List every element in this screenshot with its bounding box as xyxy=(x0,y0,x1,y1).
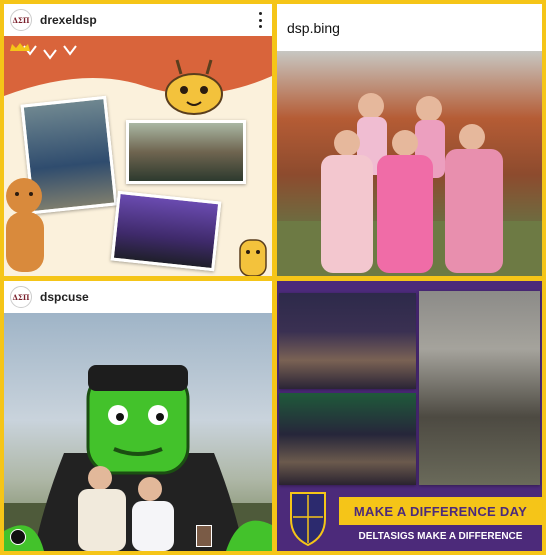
post-image[interactable]: MAKE A DIFFERENCE DAY DELTASIGS MAKE A D… xyxy=(277,281,542,551)
post-image[interactable] xyxy=(277,51,542,276)
instagram-post-grid: ΔΣΠ drexeldsp dsp.bing ΔΣΠ dspcuse MAKE … xyxy=(0,0,546,555)
username[interactable]: drexeldsp xyxy=(40,13,97,27)
group-photo-bottom xyxy=(279,393,416,485)
post-card-make-a-difference[interactable]: MAKE A DIFFERENCE DAY DELTASIGS MAKE A D… xyxy=(277,281,542,551)
story-thumbnail[interactable] xyxy=(196,525,212,547)
post-image[interactable] xyxy=(4,36,272,276)
giraffe-illustration xyxy=(165,59,223,115)
boo-sign-photo xyxy=(126,120,246,184)
username[interactable]: dspcuse xyxy=(40,290,89,304)
post-header: ΔΣΠ dspcuse xyxy=(4,281,272,313)
bear-illustration xyxy=(6,178,44,272)
post-card-drexeldsp[interactable]: ΔΣΠ drexeldsp xyxy=(4,4,272,276)
group-photo-purple xyxy=(110,190,222,272)
group-photo-pink-shirts xyxy=(277,93,542,276)
decorative-wave xyxy=(4,36,272,96)
frankenstein-inflatable-photo xyxy=(4,365,272,551)
cleanup-photo xyxy=(419,291,540,485)
avatar[interactable]: ΔΣΠ xyxy=(10,286,32,308)
post-image[interactable] xyxy=(4,313,272,551)
banner-subtitle: DELTASIGS MAKE A DIFFERENCE xyxy=(339,526,542,546)
post-card-dsp-bing[interactable]: dsp.bing xyxy=(277,4,542,276)
group-photo-top xyxy=(279,293,416,389)
crest-logo xyxy=(290,492,326,547)
banner-title: MAKE A DIFFERENCE DAY xyxy=(339,497,542,525)
avatar[interactable]: ΔΣΠ xyxy=(10,9,32,31)
viewer-avatar[interactable] xyxy=(10,529,26,545)
post-header: ΔΣΠ drexeldsp xyxy=(4,4,272,36)
crown-logo xyxy=(8,42,36,66)
cat-illustration xyxy=(239,239,267,276)
post-header: dsp.bing xyxy=(277,4,542,51)
post-card-dspcuse[interactable]: ΔΣΠ dspcuse xyxy=(4,281,272,551)
more-vertical-icon[interactable] xyxy=(258,12,262,28)
username[interactable]: dsp.bing xyxy=(287,20,340,36)
